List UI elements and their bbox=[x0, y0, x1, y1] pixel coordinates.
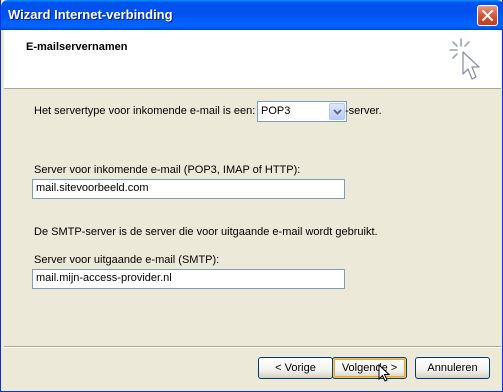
incoming-type-label: Het servertype voor inkomende e-mail is … bbox=[34, 105, 256, 117]
incoming-type-suffix: -server. bbox=[345, 105, 382, 117]
footer-separator bbox=[4, 346, 501, 348]
mouse-cursor-icon bbox=[378, 364, 390, 382]
wizard-header: E-mailservernamen bbox=[4, 30, 501, 89]
close-icon bbox=[482, 10, 493, 21]
dropdown-button[interactable] bbox=[329, 103, 345, 120]
close-button[interactable] bbox=[477, 5, 498, 26]
incoming-type-select[interactable]: POP3 bbox=[257, 101, 347, 122]
outgoing-server-label: Server voor uitgaande e-mail (SMTP): bbox=[34, 254, 220, 266]
window-title: Wizard Internet-verbinding bbox=[8, 7, 173, 22]
next-button[interactable]: Volgende > bbox=[332, 357, 407, 379]
outgoing-server-input[interactable]: mail.mijn-access-provider.nl bbox=[32, 269, 345, 289]
incoming-type-value: POP3 bbox=[261, 105, 291, 117]
incoming-server-input[interactable]: mail.sitevoorbeeld.com bbox=[32, 179, 345, 199]
wizard-sparkle-cursor-icon bbox=[449, 38, 480, 80]
cancel-button[interactable]: Annuleren bbox=[415, 357, 490, 379]
incoming-server-label: Server voor inkomende e-mail (POP3, IMAP… bbox=[34, 164, 301, 176]
wizard-content: Het servertype voor inkomende e-mail is … bbox=[4, 90, 501, 340]
wizard-window: Wizard Internet-verbinding E-mailservern… bbox=[0, 0, 503, 392]
chevron-down-icon bbox=[332, 108, 342, 115]
smtp-info-text: De SMTP-server is de server die voor uit… bbox=[34, 226, 378, 238]
title-bar[interactable]: Wizard Internet-verbinding bbox=[1, 0, 503, 30]
back-button[interactable]: < Vorige bbox=[258, 357, 333, 379]
page-heading: E-mailservernamen bbox=[26, 41, 128, 53]
